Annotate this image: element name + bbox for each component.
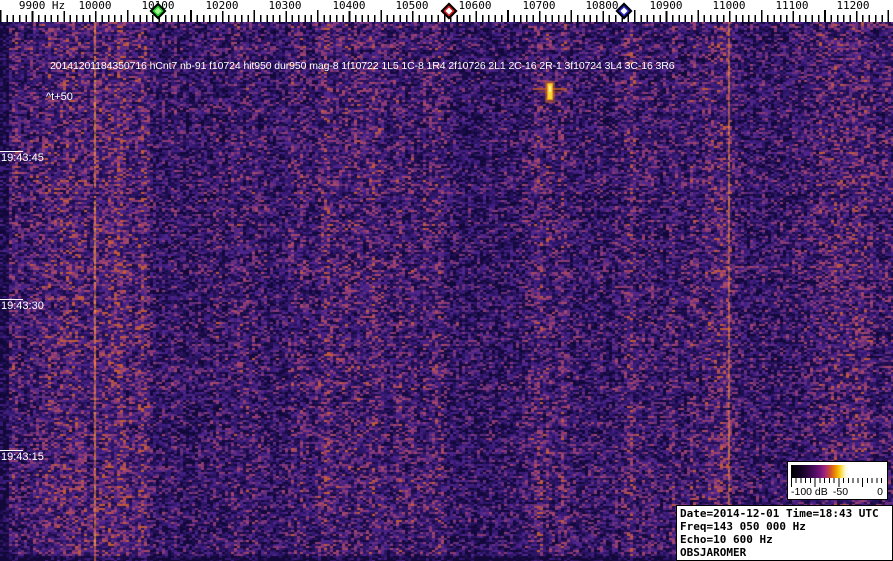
station-info-box: Date=2014-12-01 Time=18:43 UTC Freq=143 … [676, 505, 893, 561]
blue-marker-diamond-core [620, 7, 627, 14]
detection-meta-line: 20141201184350716 hCnt7 nb-91 f10724 hit… [50, 60, 675, 72]
time-cursor-label: ^t+50 [46, 91, 73, 103]
freq-label: 11200 [835, 0, 870, 11]
frequency-ruler[interactable]: 9900 Hz100001010010200103001040010500106… [0, 0, 893, 22]
time-label-text: 19:43:45 [0, 151, 44, 164]
time-tick-line [0, 450, 23, 451]
time-label: 19:43:45 [0, 151, 44, 164]
freq-label: 10000 [77, 0, 112, 11]
time-tick-line [0, 151, 23, 152]
time-label-text: 19:43:15 [0, 450, 44, 463]
freq-label: 10200 [204, 0, 239, 11]
freq-label: 11000 [711, 0, 746, 11]
db-gradient-bar [791, 465, 884, 478]
db-max-label: 0 [877, 486, 883, 498]
db-legend-minor-ticks [791, 478, 884, 483]
green-marker-diamond-core [154, 7, 161, 14]
freq-label: 11100 [774, 0, 809, 11]
freq-label: 10600 [457, 0, 492, 11]
time-label: 19:43:15 [0, 450, 44, 463]
db-legend-labels: -100 dB -50 0 [788, 486, 887, 498]
time-label: 19:43:30 [0, 299, 44, 312]
freq-label: 10300 [267, 0, 302, 11]
freq-label: 10900 [648, 0, 683, 11]
spectrogram-canvas[interactable] [0, 22, 893, 561]
info-freq-line: Freq=143 050 000 Hz [680, 520, 892, 533]
freq-label: 10700 [521, 0, 556, 11]
freq-label: 10400 [331, 0, 366, 11]
info-echo-line: Echo=10 600 Hz [680, 533, 892, 546]
freq-label: 10500 [394, 0, 429, 11]
db-color-legend: -100 dB -50 0 [787, 461, 888, 500]
freq-label: 9900 Hz [18, 0, 66, 11]
red-marker-diamond-core [445, 7, 452, 14]
time-label-text: 19:43:30 [0, 299, 44, 312]
spectrogram-window: 9900 Hz100001010010200103001040010500106… [0, 0, 893, 561]
time-tick-line [0, 299, 23, 300]
db-min-label: -100 dB [791, 486, 828, 498]
info-station-line: OBSJAROMER [680, 546, 892, 559]
db-mid-label: -50 [833, 486, 848, 498]
info-date-line: Date=2014-12-01 Time=18:43 UTC [680, 507, 892, 520]
freq-label: 10800 [584, 0, 619, 11]
